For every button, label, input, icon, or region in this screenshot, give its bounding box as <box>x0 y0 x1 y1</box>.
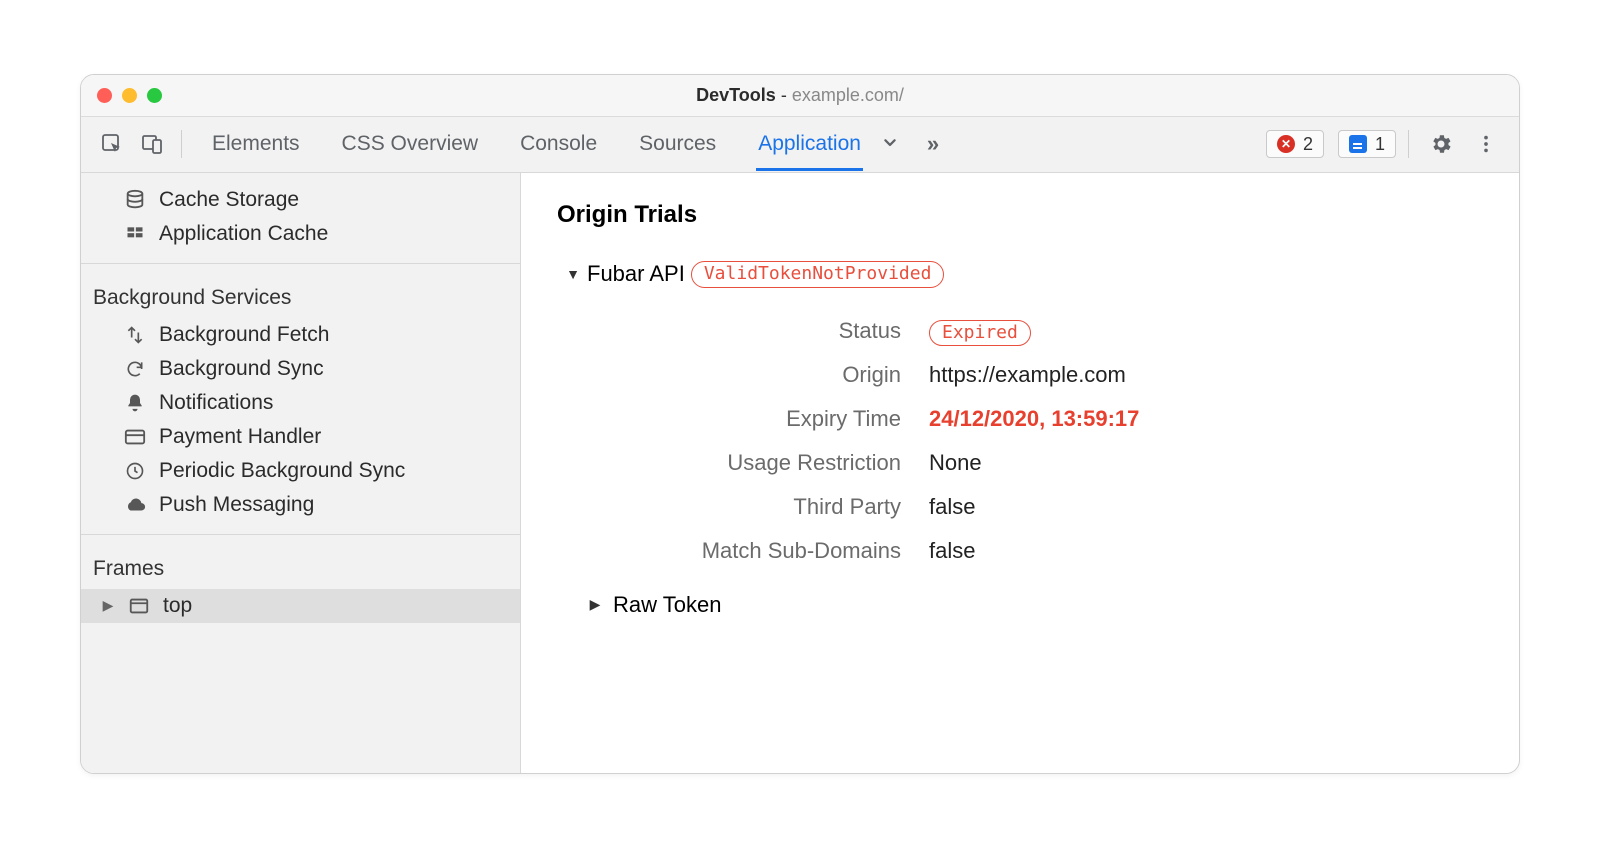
overflow-chevrons-icon[interactable]: » <box>917 131 949 157</box>
subdomains-value: false <box>929 538 1483 564</box>
sidebar-item-label: top <box>163 594 192 618</box>
raw-token-label: Raw Token <box>613 592 721 618</box>
message-count: 1 <box>1375 134 1385 155</box>
sync-icon <box>123 357 147 381</box>
window-title: DevTools - example.com/ <box>81 85 1519 106</box>
application-sidebar: Cache Storage Application Cache Backgrou… <box>81 173 521 773</box>
more-tabs-icon[interactable]: » <box>869 133 911 155</box>
sidebar-item-background-sync[interactable]: Background Sync <box>81 352 520 386</box>
tab-sources[interactable]: Sources <box>637 118 718 171</box>
close-window-icon[interactable] <box>97 88 112 103</box>
status-value: Expired <box>929 318 1483 344</box>
sidebar-item-label: Background Sync <box>159 357 324 381</box>
token-status-pill: ValidTokenNotProvided <box>691 261 945 288</box>
chevron-right-icon[interactable]: ▶ <box>587 596 603 613</box>
bell-icon <box>123 391 147 415</box>
devtools-window: DevTools - example.com/ Elements CSS Ove… <box>80 74 1520 774</box>
toolbar-separator <box>181 130 182 158</box>
window-title-site: example.com/ <box>792 85 904 105</box>
sidebar-item-label: Background Fetch <box>159 323 329 347</box>
cloud-icon <box>123 493 147 517</box>
usage-value: None <box>929 450 1483 476</box>
settings-gear-icon[interactable] <box>1421 132 1461 156</box>
usage-label: Usage Restriction <box>601 450 901 476</box>
status-label: Status <box>601 318 901 344</box>
sidebar-item-frame-top[interactable]: ▶ top <box>81 589 520 623</box>
sidebar-item-label: Push Messaging <box>159 493 314 517</box>
devtools-toolbar: Elements CSS Overview Console Sources Ap… <box>81 117 1519 173</box>
origin-trial-name: Fubar API <box>587 261 685 287</box>
sidebar-header-background: Background Services <box>81 270 520 318</box>
clock-icon <box>123 459 147 483</box>
more-options-icon[interactable] <box>1467 133 1505 155</box>
sidebar-item-label: Payment Handler <box>159 425 321 449</box>
error-count: 2 <box>1303 134 1313 155</box>
sidebar-item-label: Periodic Background Sync <box>159 459 405 483</box>
sidebar-item-background-fetch[interactable]: Background Fetch <box>81 318 520 352</box>
sidebar-item-label: Notifications <box>159 391 273 415</box>
sidebar-item-application-cache[interactable]: Application Cache <box>81 217 520 251</box>
sidebar-section-cache: Cache Storage Application Cache <box>81 173 520 264</box>
device-toolbar-icon[interactable] <box>135 127 169 161</box>
tab-console[interactable]: Console <box>518 118 599 171</box>
error-count-badge[interactable]: ✕ 2 <box>1266 130 1324 158</box>
sidebar-item-cache-storage[interactable]: Cache Storage <box>81 183 520 217</box>
minimize-window-icon[interactable] <box>122 88 137 103</box>
window-title-app: DevTools <box>696 85 776 105</box>
panel-tabs: Elements CSS Overview Console Sources Ap… <box>210 118 863 171</box>
panel-body: Cache Storage Application Cache Backgrou… <box>81 173 1519 773</box>
thirdparty-label: Third Party <box>601 494 901 520</box>
inspect-element-icon[interactable] <box>95 127 129 161</box>
page-title: Origin Trials <box>557 201 1483 229</box>
sidebar-item-payment-handler[interactable]: Payment Handler <box>81 420 520 454</box>
tab-elements[interactable]: Elements <box>210 118 302 171</box>
error-icon: ✕ <box>1277 135 1295 153</box>
expiry-label: Expiry Time <box>601 406 901 432</box>
origin-trial-row[interactable]: ▼ Fubar API ValidTokenNotProvided <box>565 261 1483 288</box>
origin-value: https://example.com <box>929 362 1483 388</box>
content-pane: Origin Trials ▼ Fubar API ValidTokenNotP… <box>521 173 1519 773</box>
expiry-value: 24/12/2020, 13:59:17 <box>929 406 1483 432</box>
message-count-badge[interactable]: 1 <box>1338 130 1396 158</box>
toolbar-separator <box>1408 130 1409 158</box>
sidebar-section-frames: Frames ▶ top <box>81 535 520 635</box>
origin-label: Origin <box>601 362 901 388</box>
origin-trial-details: Status Expired Origin https://example.co… <box>601 318 1483 564</box>
subdomains-label: Match Sub-Domains <box>601 538 901 564</box>
titlebar: DevTools - example.com/ <box>81 75 1519 117</box>
credit-card-icon <box>123 425 147 449</box>
sidebar-item-push-messaging[interactable]: Push Messaging <box>81 488 520 522</box>
sidebar-item-periodic-sync[interactable]: Periodic Background Sync <box>81 454 520 488</box>
status-pill: Expired <box>929 320 1031 346</box>
message-icon <box>1349 135 1367 153</box>
grid-icon <box>123 222 147 246</box>
thirdparty-value: false <box>929 494 1483 520</box>
raw-token-row[interactable]: ▶ Raw Token <box>587 592 1483 618</box>
sidebar-item-notifications[interactable]: Notifications <box>81 386 520 420</box>
chevron-right-icon[interactable]: ▶ <box>101 597 115 614</box>
window-frame-icon <box>127 594 151 618</box>
sidebar-item-label: Application Cache <box>159 222 328 246</box>
database-icon <box>123 188 147 212</box>
chevron-down-icon[interactable]: ▼ <box>565 266 581 282</box>
sidebar-header-frames: Frames <box>81 541 520 589</box>
sidebar-section-background: Background Services Background Fetch Bac… <box>81 264 520 535</box>
maximize-window-icon[interactable] <box>147 88 162 103</box>
tab-css-overview[interactable]: CSS Overview <box>340 118 481 171</box>
traffic-lights <box>97 88 162 103</box>
sidebar-item-label: Cache Storage <box>159 188 299 212</box>
tab-application[interactable]: Application <box>756 118 863 171</box>
transfer-arrows-icon <box>123 323 147 347</box>
